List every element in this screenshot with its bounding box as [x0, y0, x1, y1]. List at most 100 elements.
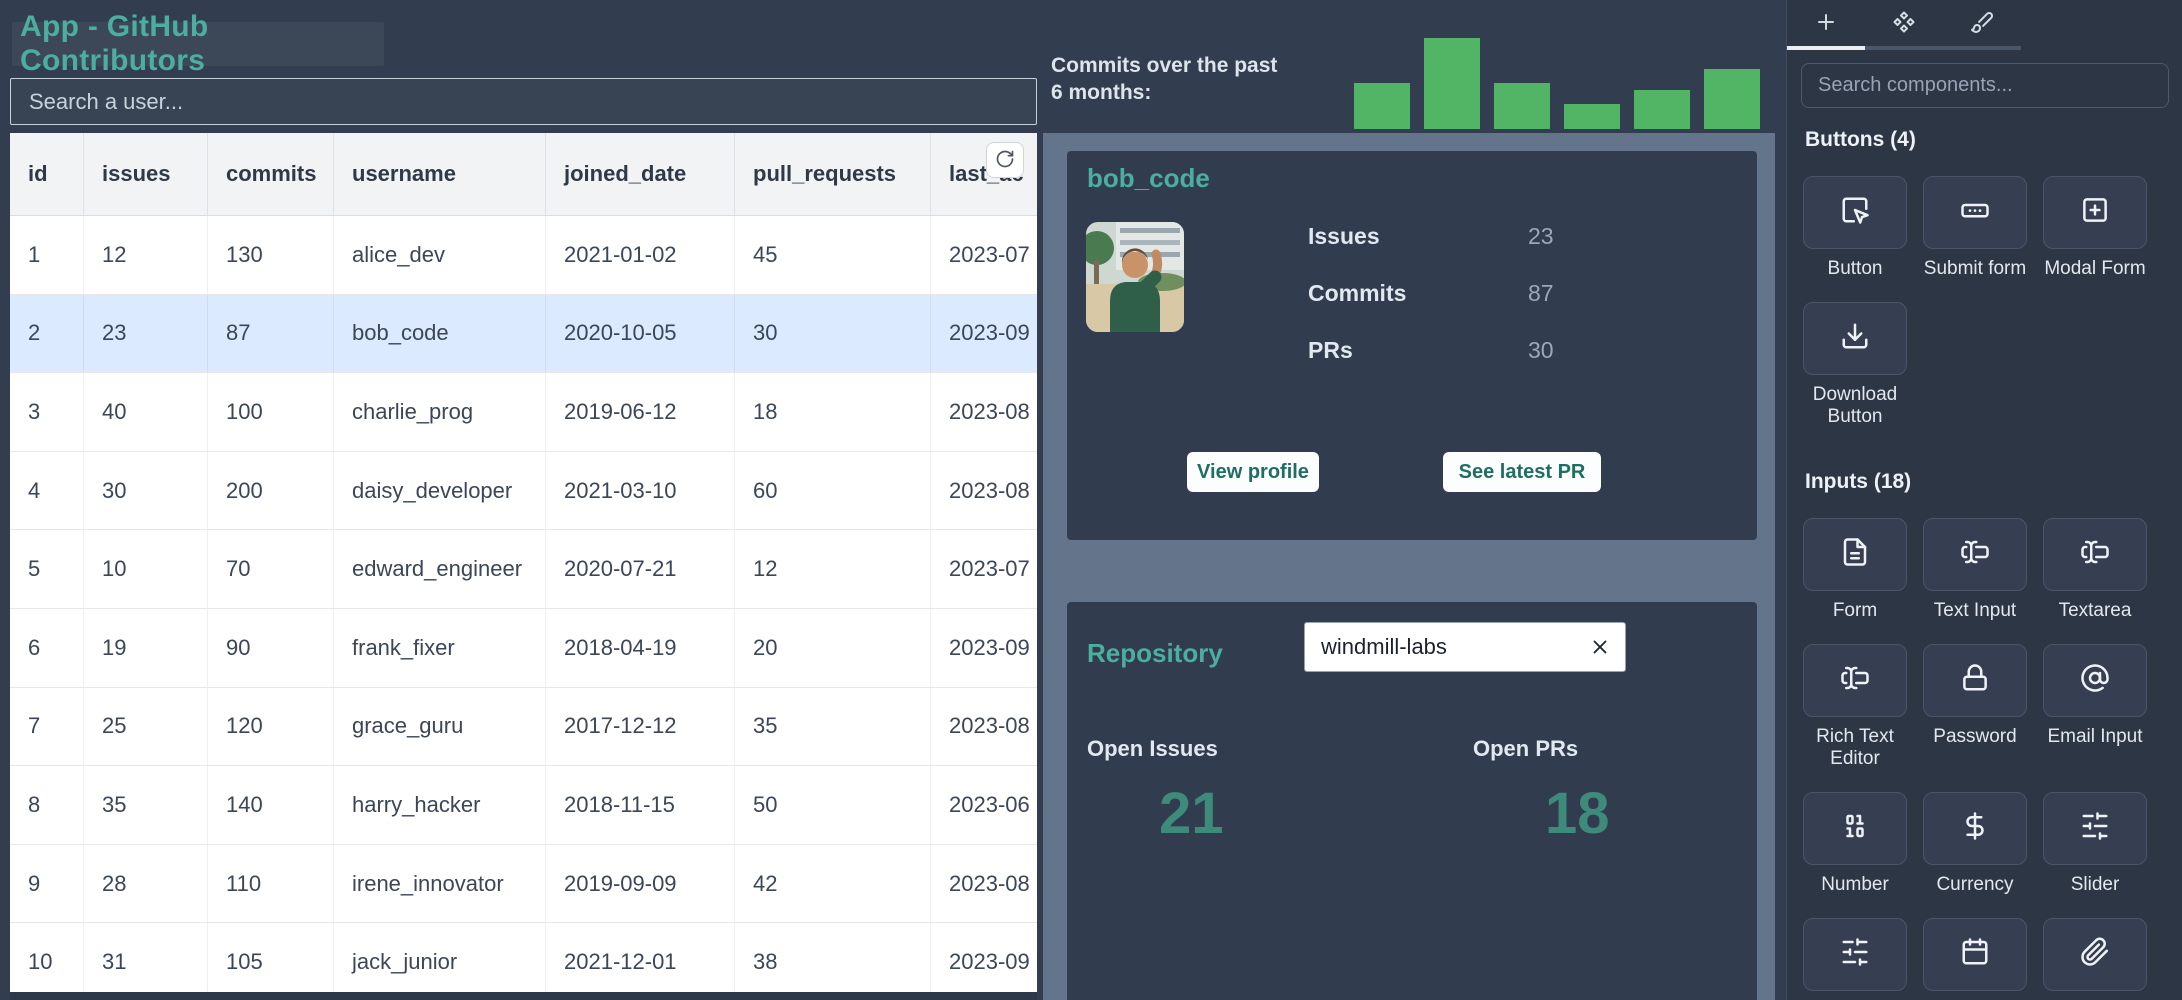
dollar-icon: [1960, 811, 1990, 846]
column-header-username[interactable]: username: [334, 133, 546, 215]
cell-issues: 12: [84, 216, 208, 294]
component-grid: FormText InputTextareaRich Text EditorPa…: [1803, 518, 2166, 1000]
component-label: Password: [1910, 726, 2040, 748]
component-label: Textarea: [2030, 600, 2160, 622]
component-search-input[interactable]: [1801, 63, 2169, 108]
table-row[interactable]: 928110irene_innovator2019-09-09422023-08: [10, 845, 1037, 924]
cell-joined_date: 2021-12-01: [546, 923, 735, 1000]
cell-last_ac: 2023-09: [931, 923, 1037, 1000]
cell-commits: 70: [208, 530, 334, 608]
stat-label: Issues: [1308, 223, 1528, 250]
cell-pull_requests: 60: [735, 452, 931, 530]
cell-id: 9: [10, 845, 84, 923]
cell-id: 3: [10, 373, 84, 451]
cell-username: alice_dev: [334, 216, 546, 294]
component-card-password[interactable]: [1923, 644, 2027, 717]
open-prs-value: 18: [1545, 780, 1610, 847]
component-card-textarea[interactable]: [2043, 518, 2147, 591]
contributors-table: idissuescommitsusernamejoined_datepull_r…: [10, 133, 1037, 1000]
view-profile-button[interactable]: View profile: [1187, 452, 1319, 492]
left-panel: App - GitHub Contributors idissuescommit…: [0, 0, 1043, 1000]
repository-input[interactable]: [1305, 634, 1589, 660]
table-row[interactable]: 22387bob_code2020-10-05302023-09: [10, 295, 1037, 374]
repository-input-wrap: [1304, 622, 1626, 672]
table-row[interactable]: 430200daisy_developer2021-03-10602023-08: [10, 452, 1037, 531]
component-item: Rich Text Editor: [1803, 644, 1907, 770]
palette-tab-brush[interactable]: [1943, 0, 2021, 50]
component-card-button[interactable]: [1803, 176, 1907, 249]
component-card-rich-text-editor[interactable]: [1803, 644, 1907, 717]
cell-username: bob_code: [334, 295, 546, 373]
at-sign-icon: [2080, 663, 2110, 698]
text-cursor-input-icon: [1840, 663, 1870, 698]
table-row[interactable]: 51070edward_engineer2020-07-21122023-07: [10, 530, 1037, 609]
palette-tab-plus[interactable]: [1787, 0, 1865, 50]
cell-username: harry_hacker: [334, 766, 546, 844]
cell-username: edward_engineer: [334, 530, 546, 608]
form-document-icon: [1840, 537, 1870, 572]
cell-joined_date: 2018-11-15: [546, 766, 735, 844]
column-header-id[interactable]: id: [10, 133, 84, 215]
cell-joined_date: 2020-10-05: [546, 295, 735, 373]
column-header-issues[interactable]: issues: [84, 133, 208, 215]
component-label: Number: [1790, 874, 1920, 896]
stat-value: 87: [1528, 280, 1554, 307]
component-card-submit-form[interactable]: [1923, 176, 2027, 249]
component-item: Text Input: [1923, 518, 2027, 622]
component-card-text-input[interactable]: [1923, 518, 2027, 591]
cell-id: 1: [10, 216, 84, 294]
cell-username: grace_guru: [334, 688, 546, 766]
modal-plus-icon: [2080, 195, 2110, 230]
cell-id: 8: [10, 766, 84, 844]
open-prs-label: Open PRs: [1473, 736, 1578, 762]
cell-username: irene_innovator: [334, 845, 546, 923]
component-card-currency[interactable]: [1923, 792, 2027, 865]
refresh-button[interactable]: [986, 142, 1024, 178]
table-row[interactable]: 1031105jack_junior2021-12-01382023-09: [10, 923, 1037, 1000]
column-header-commits[interactable]: commits: [208, 133, 334, 215]
component-item: Button: [1803, 176, 1907, 280]
component-card-download-button[interactable]: [1803, 302, 1907, 375]
cell-commits: 105: [208, 923, 334, 1000]
cell-id: 6: [10, 609, 84, 687]
cell-username: jack_junior: [334, 923, 546, 1000]
component-card-unlabeled[interactable]: [1803, 918, 1907, 991]
download-icon: [1840, 321, 1870, 356]
table-row[interactable]: 725120grace_guru2017-12-12352023-08: [10, 688, 1037, 767]
cell-pull_requests: 35: [735, 688, 931, 766]
component-label: Text Input: [1910, 600, 2040, 622]
cell-pull_requests: 50: [735, 766, 931, 844]
form-ellipsis-icon: [1960, 195, 1990, 230]
table-row[interactable]: 61990frank_fixer2018-04-19202023-09: [10, 609, 1037, 688]
column-header-joined_date[interactable]: joined_date: [546, 133, 735, 215]
component-card-form[interactable]: [1803, 518, 1907, 591]
bar-commits: [1354, 83, 1410, 129]
component-card-modal-form[interactable]: [2043, 176, 2147, 249]
app-title-highlight: App - GitHub Contributors: [12, 22, 384, 66]
component-item: [1803, 918, 1907, 1000]
palette-tab-components[interactable]: [1865, 0, 1943, 50]
open-issues-value: 21: [1159, 780, 1224, 847]
component-card-number[interactable]: [1803, 792, 1907, 865]
table-row[interactable]: 112130alice_dev2021-01-02452023-07: [10, 216, 1037, 295]
lock-icon: [1960, 663, 1990, 698]
see-latest-pr-button[interactable]: See latest PR: [1443, 452, 1601, 492]
clear-icon[interactable]: [1589, 636, 1611, 658]
cell-last_ac: 2023-08: [931, 373, 1037, 451]
component-card-unlabeled[interactable]: [1923, 918, 2027, 991]
table-row[interactable]: 835140harry_hacker2018-11-15502023-06: [10, 766, 1037, 845]
component-item: Download Button: [1803, 302, 1907, 428]
user-search-input[interactable]: [10, 78, 1037, 125]
bar-commits: [1424, 38, 1480, 129]
component-card-unlabeled[interactable]: [2043, 918, 2147, 991]
stat-label: Commits: [1308, 280, 1528, 307]
component-label: Email Input: [2030, 726, 2160, 748]
component-card-email-input[interactable]: [2043, 644, 2147, 717]
cell-id: 5: [10, 530, 84, 608]
column-header-pull_requests[interactable]: pull_requests: [735, 133, 931, 215]
table-row[interactable]: 340100charlie_prog2019-06-12182023-08: [10, 373, 1037, 452]
cell-joined_date: 2021-01-02: [546, 216, 735, 294]
cell-joined_date: 2017-12-12: [546, 688, 735, 766]
cell-issues: 35: [84, 766, 208, 844]
component-card-slider[interactable]: [2043, 792, 2147, 865]
